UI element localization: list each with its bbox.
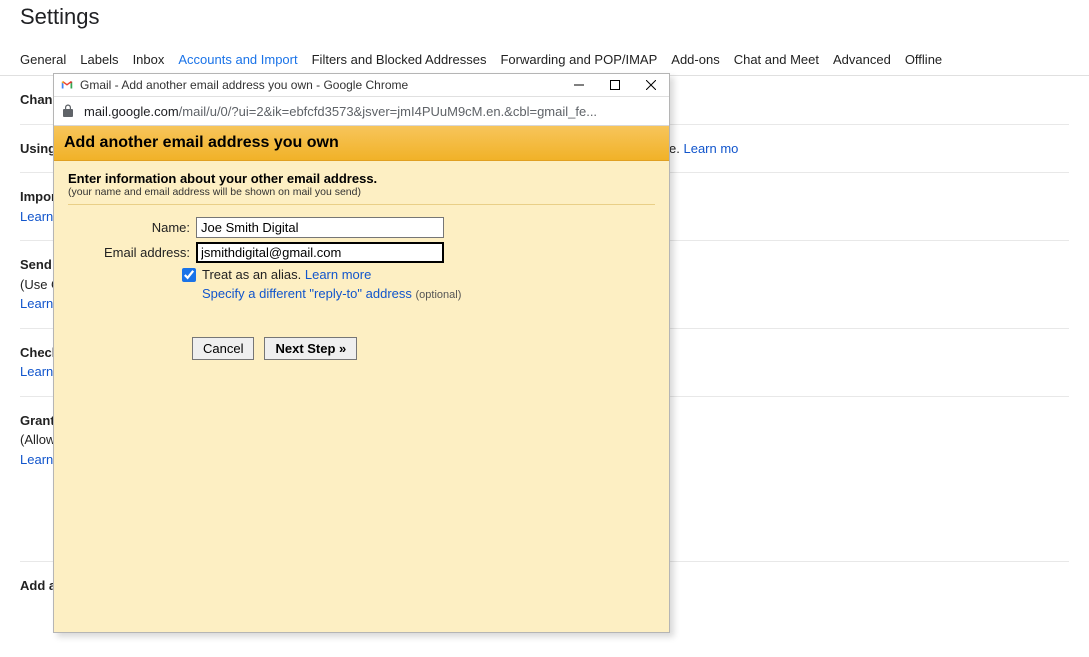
settings-tabs: General Labels Inbox Accounts and Import…	[0, 44, 1089, 76]
name-label: Name:	[68, 220, 196, 235]
popup-instruction: Enter information about your other email…	[68, 171, 655, 186]
popup-body: Add another email address you own Enter …	[54, 126, 669, 632]
alias-checkbox[interactable]	[182, 268, 196, 282]
popup-instruction-sub: (your name and email address will be sho…	[68, 186, 655, 198]
tab-advanced[interactable]: Advanced	[833, 44, 891, 75]
url-path: /mail/u/0/?ui=2&ik=ebfcfd3573&jsver=jmI4…	[179, 104, 597, 119]
tab-offline[interactable]: Offline	[905, 44, 942, 75]
popup-divider	[68, 204, 655, 205]
gmail-icon	[60, 78, 74, 92]
name-input[interactable]	[196, 217, 444, 238]
tab-addons[interactable]: Add-ons	[671, 44, 719, 75]
popup-titlebar: Gmail - Add another email address you ow…	[54, 74, 669, 96]
alias-learn-more-link[interactable]: Learn more	[305, 267, 371, 282]
popup-header: Add another email address you own	[54, 126, 669, 161]
tab-chat-meet[interactable]: Chat and Meet	[734, 44, 819, 75]
next-step-button[interactable]: Next Step »	[264, 337, 357, 360]
email-input[interactable]	[196, 242, 444, 263]
popup-window-title: Gmail - Add another email address you ow…	[80, 78, 571, 92]
alias-label: Treat as an alias.	[202, 267, 301, 282]
url-host: mail.google.com	[84, 104, 179, 119]
page-title: Settings	[0, 0, 1089, 44]
tab-forwarding[interactable]: Forwarding and POP/IMAP	[500, 44, 657, 75]
learn-more-workspace-link[interactable]: Learn mo	[683, 141, 738, 156]
reply-to-link[interactable]: Specify a different "reply-to" address	[202, 286, 412, 301]
tab-inbox[interactable]: Inbox	[133, 44, 165, 75]
tab-filters[interactable]: Filters and Blocked Addresses	[312, 44, 487, 75]
lock-icon	[62, 104, 74, 118]
add-email-popup: Gmail - Add another email address you ow…	[53, 73, 670, 633]
minimize-button[interactable]	[571, 77, 587, 93]
tab-labels[interactable]: Labels	[80, 44, 118, 75]
tab-general[interactable]: General	[20, 44, 66, 75]
close-button[interactable]	[643, 77, 659, 93]
maximize-button[interactable]	[607, 77, 623, 93]
reply-optional-text: (optional)	[416, 289, 462, 301]
email-label: Email address:	[68, 245, 196, 260]
popup-addressbar: mail.google.com/mail/u/0/?ui=2&ik=ebfcfd…	[54, 96, 669, 126]
tab-accounts-import[interactable]: Accounts and Import	[178, 44, 297, 75]
cancel-button[interactable]: Cancel	[192, 337, 254, 360]
